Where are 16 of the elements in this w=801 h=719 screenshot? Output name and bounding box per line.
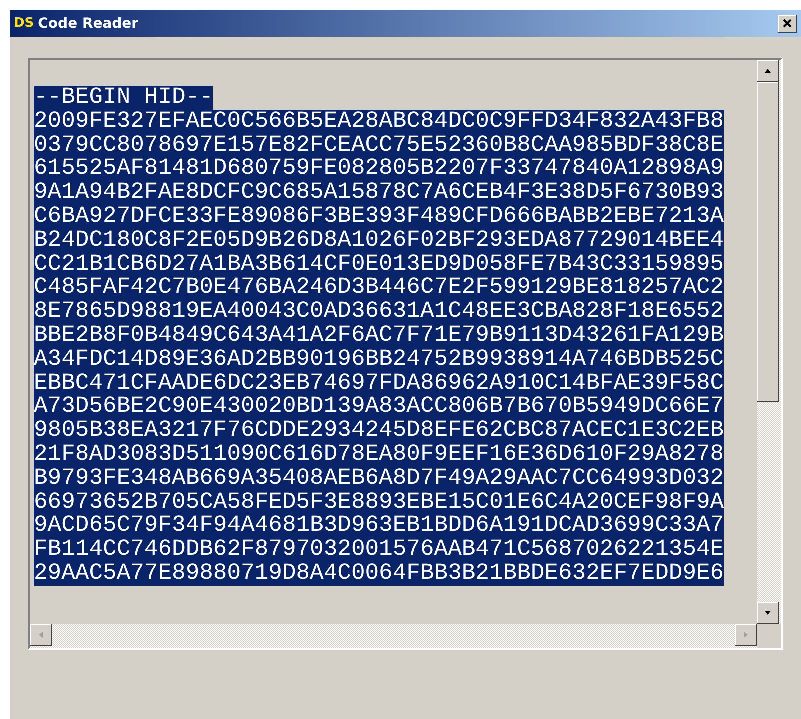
scroll-left-button[interactable] [30,624,52,646]
vertical-scrollbar[interactable] [757,60,781,624]
right-arrow-icon [742,631,750,639]
scroll-down-button[interactable] [757,602,779,624]
scroll-right-button[interactable] [735,624,757,646]
left-arrow-icon [37,631,45,639]
down-arrow-icon [764,609,772,617]
up-arrow-icon [764,67,772,75]
scroll-up-button[interactable] [757,60,779,82]
app-logo: DS [14,16,34,31]
scroll-thumb[interactable] [757,82,779,402]
horizontal-scrollbar[interactable] [30,624,757,648]
close-icon [783,19,792,28]
close-button[interactable] [778,14,797,32]
text-area[interactable] [28,58,783,650]
window-title: Code Reader [38,16,140,32]
